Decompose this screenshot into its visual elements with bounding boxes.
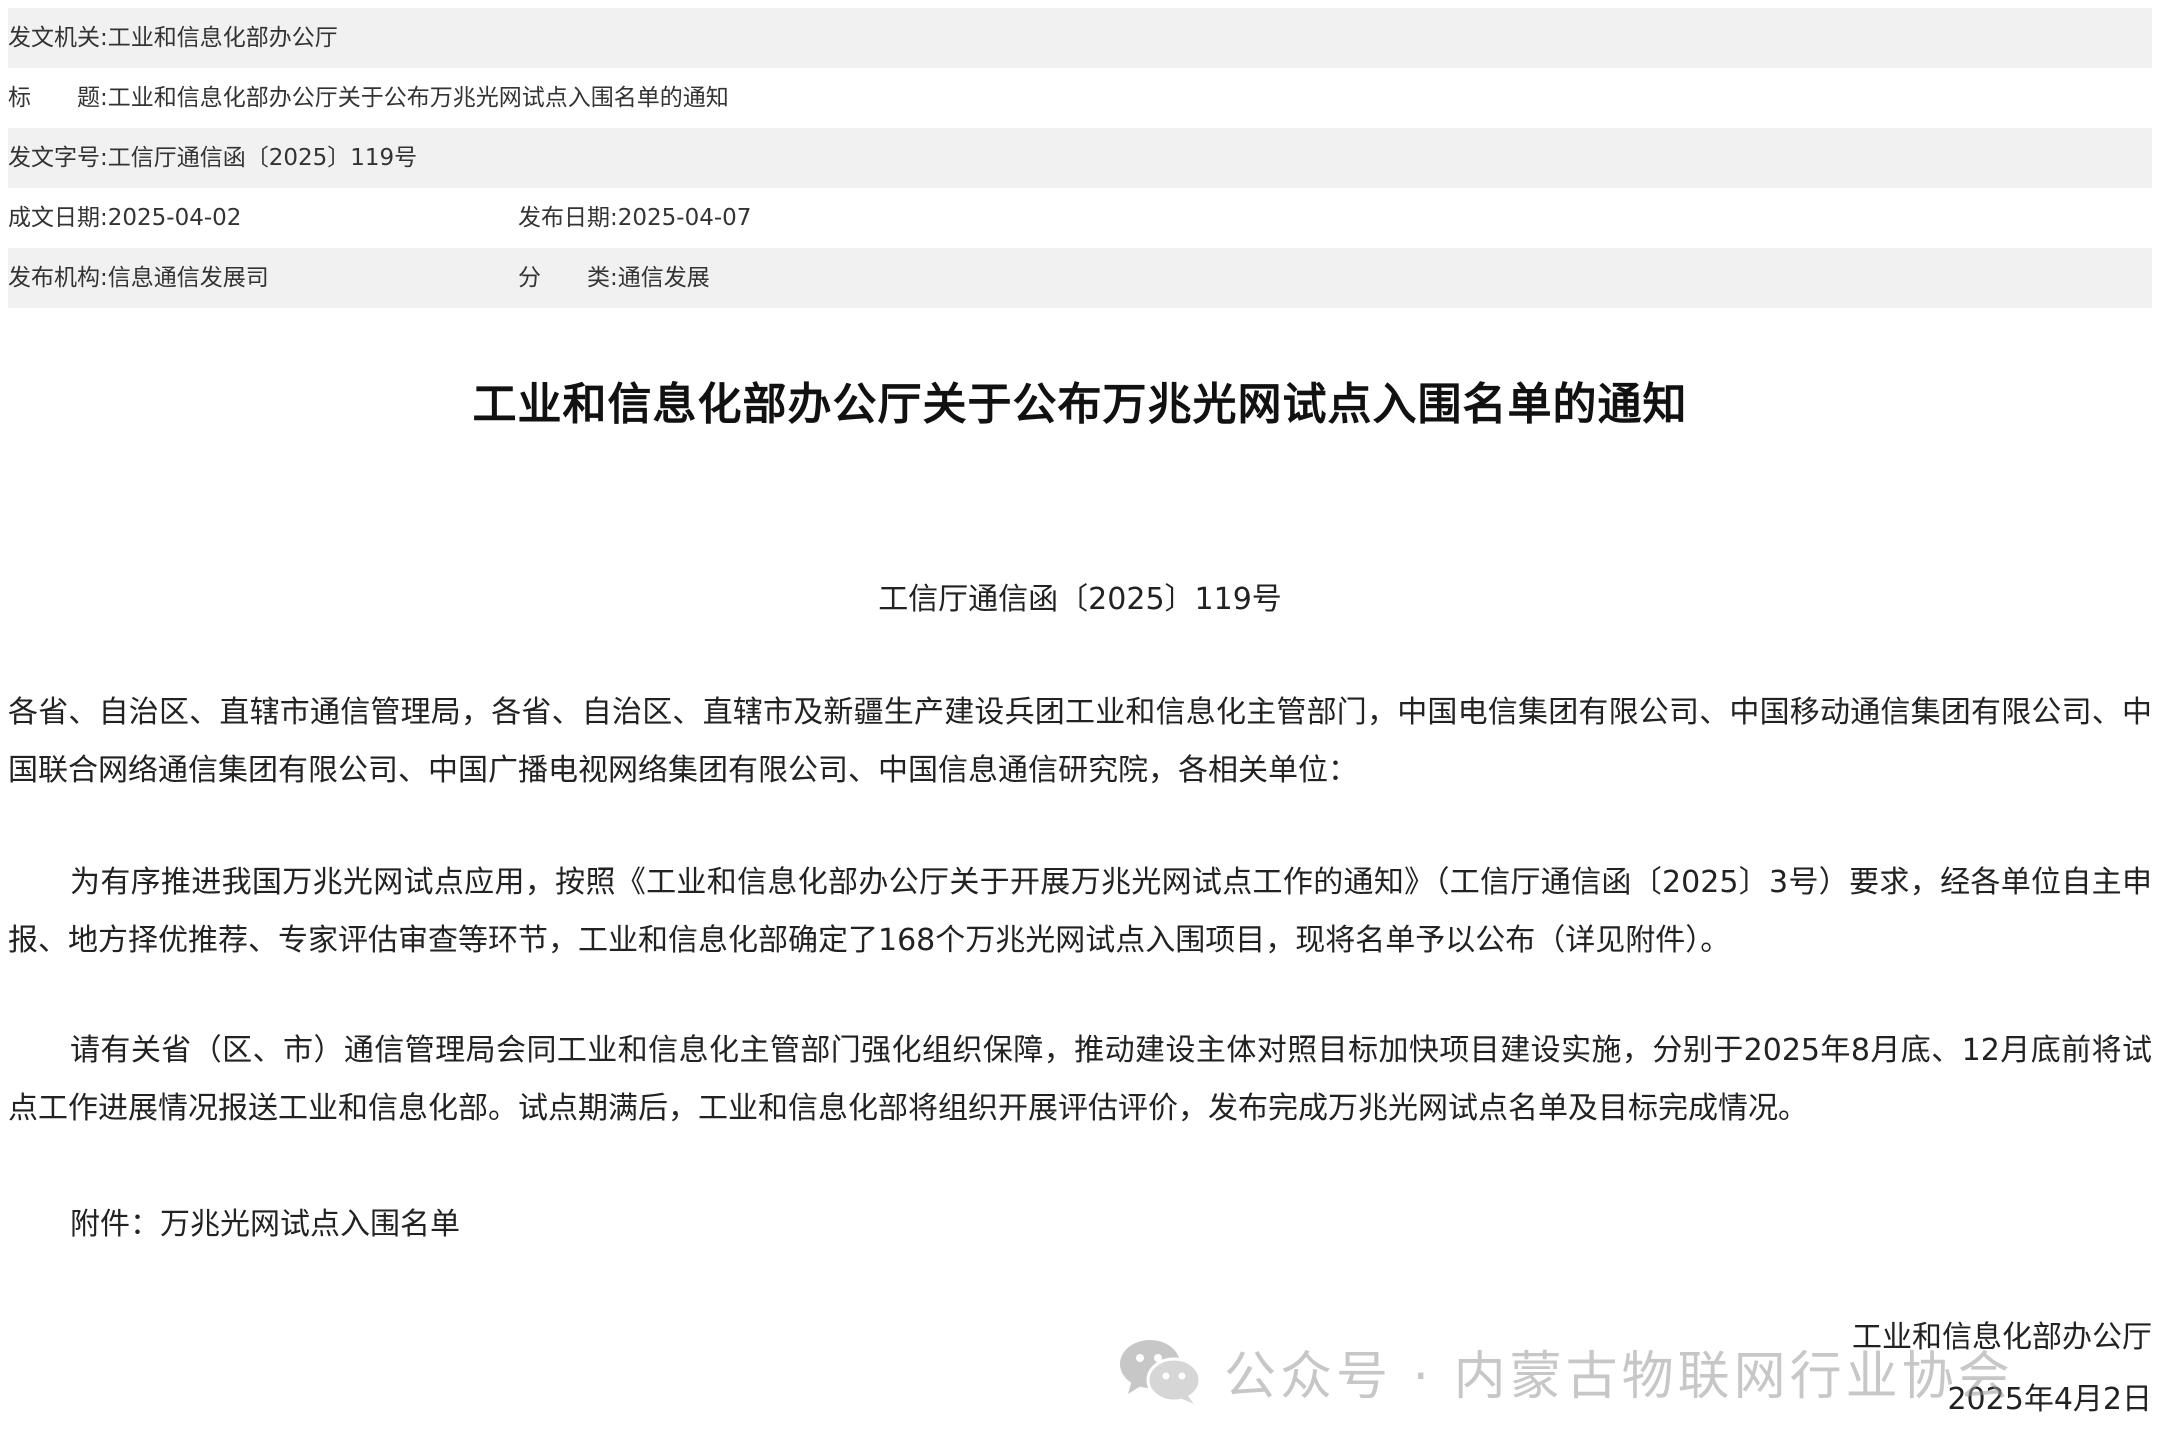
meta-issuer-label: 发文机关: [8, 25, 108, 51]
meta-written-label: 成文日期: [8, 205, 108, 231]
meta-published-date: 发布日期:2025-04-07 [518, 188, 751, 248]
signature-organization: 工业和信息化部办公厅 [1852, 1320, 2152, 1355]
document-number: 工信厅通信函〔2025〕119号 [878, 582, 1282, 617]
metadata-table: 发文机关:工业和信息化部办公厅 标 题:工业和信息化部办公厅关于公布万兆光网试点… [8, 8, 2152, 308]
meta-category: 分 类:通信发展 [518, 248, 710, 308]
meta-agency-label: 发布机构: [8, 265, 108, 291]
meta-row-dates: 成文日期:2025-04-02 发布日期:2025-04-07 [8, 188, 2152, 248]
meta-docno-value: 工信厅通信函〔2025〕119号 [107, 145, 418, 171]
meta-row-issuer: 发文机关:工业和信息化部办公厅 [8, 8, 2152, 68]
meta-title-label: 标 题: [8, 85, 108, 111]
meta-category-label: 分 类: [518, 265, 618, 291]
body-paragraph-1: 为有序推进我国万兆光网试点应用，按照《工业和信息化部办公厅关于开展万兆光网试点工… [8, 865, 2152, 958]
meta-issuer: 发文机关:工业和信息化部办公厅 [8, 8, 338, 68]
addressee-paragraph: 各省、自治区、直辖市通信管理局，各省、自治区、直辖市及新疆生产建设兵团工业和信息… [8, 695, 2152, 788]
meta-written-value: 2025-04-02 [107, 205, 242, 231]
document-title: 工业和信息化部办公厅关于公布万兆光网试点入围名单的通知 [472, 379, 1688, 430]
meta-row-docno: 发文字号:工信厅通信函〔2025〕119号 [8, 128, 2152, 188]
meta-docno-label: 发文字号: [8, 145, 108, 171]
meta-title-value: 工业和信息化部办公厅关于公布万兆光网试点入围名单的通知 [107, 85, 729, 111]
meta-issuer-value: 工业和信息化部办公厅 [107, 25, 338, 51]
meta-docno: 发文字号:工信厅通信函〔2025〕119号 [8, 128, 417, 188]
meta-row-agency: 发布机构:信息通信发展司 分 类:通信发展 [8, 248, 2152, 308]
meta-published-label: 发布日期: [518, 205, 618, 231]
meta-written-date: 成文日期:2025-04-02 [8, 188, 241, 248]
meta-category-value: 通信发展 [617, 265, 710, 291]
meta-row-title: 标 题:工业和信息化部办公厅关于公布万兆光网试点入围名单的通知 [8, 68, 2152, 128]
meta-title: 标 题:工业和信息化部办公厅关于公布万兆光网试点入围名单的通知 [8, 68, 729, 128]
attachment-line: 附件：万兆光网试点入围名单 [70, 1207, 460, 1242]
wechat-icon [1120, 1340, 1202, 1404]
meta-agency-value: 信息通信发展司 [107, 265, 269, 291]
meta-published-value: 2025-04-07 [617, 205, 752, 231]
body-paragraph-2: 请有关省（区、市）通信管理局会同工业和信息化主管部门强化组织保障，推动建设主体对… [8, 1033, 2152, 1126]
signature-date: 2025年4月2日 [1947, 1382, 2152, 1417]
meta-agency: 发布机构:信息通信发展司 [8, 248, 269, 308]
